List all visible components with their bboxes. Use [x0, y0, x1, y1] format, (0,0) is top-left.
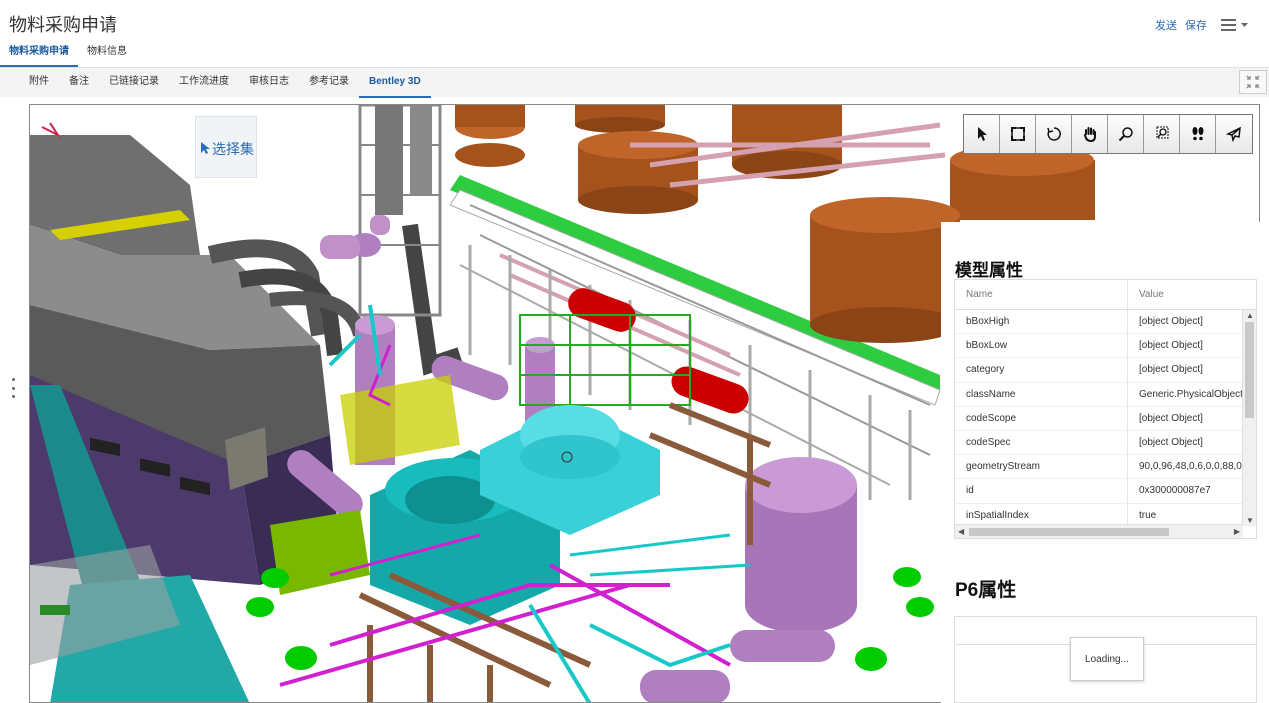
scroll-right-icon[interactable]: ▶ [1234, 527, 1240, 536]
scroll-up-icon[interactable]: ▲ [1246, 311, 1254, 320]
column-header-name[interactable]: Name [955, 280, 1128, 309]
tab-material-purchase-request[interactable]: 物料采购申请 [0, 43, 78, 67]
fit-view-icon[interactable] [1000, 115, 1036, 153]
table-body: bBoxHigh [object Object] bBoxLow [object O… [955, 310, 1243, 526]
zoom-window-icon[interactable] [1144, 115, 1180, 153]
cursor-icon [201, 142, 210, 154]
sub-tabs-bar: 附件 备注 已链接记录 工作流进度 审核日志 参考记录 Bentley 3D [0, 67, 1269, 98]
scrollbar-thumb[interactable] [969, 528, 1169, 536]
rotate-icon[interactable] [1036, 115, 1072, 153]
scroll-left-icon[interactable]: ◀ [958, 527, 964, 536]
table-row[interactable]: geometryStream 90,0,96,48,0,6,0,0,88,0,( [955, 455, 1243, 480]
tab-bentley-3d[interactable]: Bentley 3D [359, 68, 431, 98]
selection-set-button[interactable]: 选择集 [195, 116, 257, 178]
model-properties-heading: 模型属性 [955, 261, 1023, 280]
vertical-scrollbar[interactable]: ▲ ▼ [1242, 310, 1256, 526]
table-row[interactable]: bBoxLow [object Object] [955, 334, 1243, 359]
table-row[interactable]: bBoxHigh [object Object] [955, 310, 1243, 335]
tab-notes[interactable]: 备注 [59, 68, 99, 98]
tab-reference-records[interactable]: 参考记录 [299, 68, 359, 98]
collapse-icon[interactable] [1239, 70, 1267, 94]
tab-material-info[interactable]: 物料信息 [78, 43, 136, 67]
zoom-icon[interactable] [1108, 115, 1144, 153]
table-row[interactable]: id 0x300000087e7 [955, 479, 1243, 504]
app-root: 物料采购申请 发送 保存 物料采购申请 物料信息 附件 备注 已链接记录 工作流… [0, 0, 1269, 703]
scroll-down-icon[interactable]: ▼ [1246, 516, 1254, 525]
pan-hand-icon[interactable] [1072, 115, 1108, 153]
table-header: Name Value [955, 280, 1256, 310]
viewer-toolbar [963, 114, 1253, 154]
selection-set-label: 选择集 [212, 141, 254, 157]
table-row[interactable]: className Generic.PhysicalObject [955, 382, 1243, 407]
select-arrow-icon[interactable] [964, 115, 1000, 153]
tab-linked-records[interactable]: 已链接记录 [99, 68, 169, 98]
sub-tab-list: 附件 备注 已链接记录 工作流进度 审核日志 参考记录 Bentley 3D [19, 68, 431, 98]
walk-icon[interactable] [1180, 115, 1216, 153]
fly-icon[interactable] [1216, 115, 1252, 153]
p6-properties-heading: P6属性 [955, 580, 1017, 601]
header: 物料采购申请 发送 保存 [0, 0, 1269, 42]
top-tabs: 物料采购申请 物料信息 [0, 43, 1269, 67]
send-button[interactable]: 发送 [1155, 17, 1177, 33]
scrollbar-thumb[interactable] [1245, 322, 1254, 418]
page-title: 物料采购申请 [9, 15, 117, 35]
splitter-handle[interactable] [9, 378, 17, 398]
loading-indicator: Loading... [1070, 637, 1144, 681]
table-row[interactable]: inSpatialIndex true [955, 503, 1243, 526]
table-row[interactable]: codeSpec [object Object] [955, 430, 1243, 456]
p6-properties-table: Loading... [954, 616, 1257, 703]
header-actions: 发送 保存 [1155, 17, 1249, 33]
horizontal-scrollbar[interactable]: ◀ ▶ [955, 524, 1243, 538]
properties-panel: 模型属性 Name Value bBoxHigh [object Object] … [941, 222, 1269, 703]
table-row[interactable]: category [object Object] [955, 358, 1243, 383]
column-header-value[interactable]: Value [1128, 280, 1256, 309]
tab-attachments[interactable]: 附件 [19, 68, 59, 98]
table-row[interactable]: codeScope [object Object] [955, 406, 1243, 431]
save-button[interactable]: 保存 [1185, 17, 1207, 33]
model-properties-table: Name Value bBoxHigh [object Object] bBoxL… [954, 279, 1257, 539]
tab-audit-log[interactable]: 审核日志 [239, 68, 299, 98]
menu-icon[interactable] [1221, 18, 1249, 32]
tab-workflow-progress[interactable]: 工作流进度 [169, 68, 239, 98]
